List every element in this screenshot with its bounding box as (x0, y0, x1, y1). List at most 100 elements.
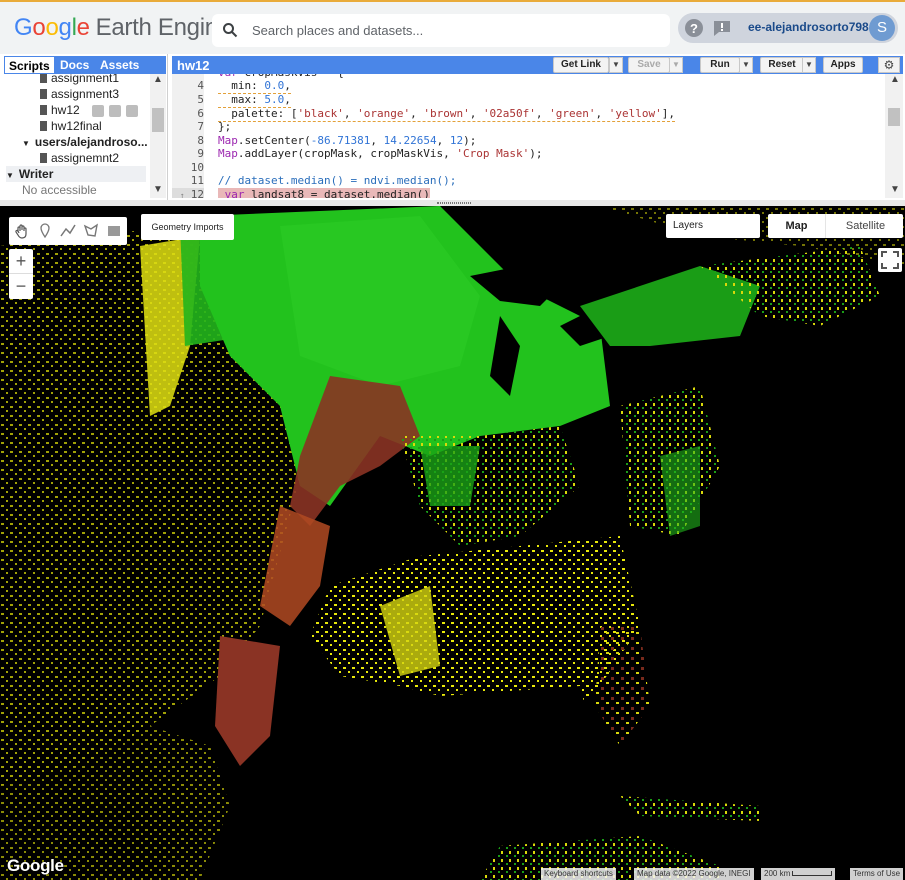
reset-button[interactable]: Reset (760, 57, 804, 73)
search-input[interactable] (252, 14, 652, 47)
map-view[interactable]: Geometry Imports + − Layers Map Satellit… (0, 206, 905, 880)
save-dropdown[interactable]: ▼ (669, 57, 683, 73)
line-number: 11 (172, 174, 204, 188)
history-icon[interactable] (92, 104, 104, 117)
code-line: 6 palette: ['black', 'orange', 'brown', … (172, 107, 885, 122)
pan-hand-icon[interactable] (14, 223, 30, 239)
scroll-thumb[interactable] (888, 108, 900, 126)
code-text: }; (218, 120, 232, 133)
tab-docs[interactable]: Docs (60, 58, 89, 72)
tree-item-file[interactable]: assignemnt2 (40, 150, 119, 166)
scale-label: 200 km (764, 869, 791, 878)
code-line-current: ↑ 12 var landsat8 = dataset.median() (172, 188, 885, 198)
line-number: 10 (172, 161, 204, 175)
search-box[interactable] (212, 14, 670, 47)
code-text: Map.setCenter(-86.71381, 14.22654, 12); (218, 134, 477, 147)
account-area: ? ee-alejandrosorto798 S (678, 13, 898, 43)
line-number: 6 (172, 107, 204, 121)
tree-item-label: users/alejandroso... (34, 135, 148, 149)
map-type-map-button[interactable]: Map (768, 214, 826, 238)
line-number: ↑ 12 (172, 188, 204, 198)
scroll-up-icon[interactable]: ▲ (153, 74, 163, 85)
code-line: 4 min: 0.0, (172, 79, 885, 94)
run-dropdown[interactable]: ▼ (739, 57, 753, 73)
zoom-in-button[interactable]: + (9, 249, 33, 274)
reset-dropdown[interactable]: ▼ (802, 57, 816, 73)
line-number: 4 (172, 79, 204, 93)
scroll-thumb[interactable] (152, 108, 164, 132)
code-text: var landsat8 = dataset.median() (218, 188, 430, 198)
polygon-draw-icon[interactable] (83, 223, 99, 239)
line-number: 5 (172, 93, 204, 107)
tree-item-file[interactable]: assignment1 (40, 74, 119, 86)
caret-down-icon: ▼ (22, 139, 30, 148)
caret-down-icon: ▼ (6, 171, 14, 180)
gear-icon[interactable]: ⚙ (878, 57, 900, 73)
tab-scripts[interactable]: Scripts (4, 56, 55, 74)
line-number: 9 (172, 147, 204, 161)
tab-assets[interactable]: Assets (100, 58, 139, 72)
tree-item-label: assignment3 (51, 87, 120, 101)
fold-marker-icon[interactable]: ↑ (180, 191, 185, 198)
geometry-imports-button[interactable]: Geometry Imports (141, 214, 234, 240)
left-panel: Scripts Docs Assets assignment1 assignme… (0, 54, 168, 200)
code-line: 10 (172, 161, 885, 175)
map-type-satellite-button[interactable]: Satellite (828, 214, 903, 238)
code-line: 11 // dataset.median() = ndvi.median(); (172, 174, 885, 188)
tree-scrollbar[interactable]: ▲ ▼ (150, 74, 166, 198)
scroll-up-icon[interactable]: ▲ (890, 74, 900, 85)
tree-item-file[interactable]: assignment3 (40, 86, 119, 102)
earth-engine-logo[interactable]: Google Earth Engine (14, 14, 231, 42)
script-tree: assignment1 assignment3 hw12 hw12final ▼… (0, 74, 150, 200)
help-icon[interactable]: ? (684, 18, 704, 38)
tree-item-file[interactable]: hw12final (40, 118, 102, 134)
code-text: Map.addLayer(cropMask, cropMaskVis, 'Cro… (218, 147, 543, 160)
logo-letter: e (76, 14, 90, 41)
tree-item-file-selected[interactable]: hw12 (40, 102, 150, 118)
code-text: max: 5.0, (218, 93, 291, 108)
run-button[interactable]: Run (700, 57, 740, 73)
scroll-down-icon[interactable]: ▼ (890, 184, 900, 195)
map-data-text: Map data ©2022 Google, INEGI (637, 869, 751, 878)
tree-item-label: assignemnt2 (51, 151, 120, 165)
apps-button[interactable]: Apps (823, 57, 863, 73)
layers-button[interactable]: Layers (666, 214, 760, 238)
user-name[interactable]: ee-alejandrosorto798 (748, 20, 869, 34)
line-number-text: 12 (190, 188, 204, 198)
file-icon (40, 74, 47, 83)
terms-of-use-link[interactable]: Terms of Use (850, 868, 904, 880)
save-button[interactable]: Save (628, 57, 670, 73)
get-link-dropdown[interactable]: ▼ (609, 57, 623, 73)
scale-indicator[interactable]: 200 km (761, 868, 836, 880)
avatar[interactable]: S (869, 15, 895, 41)
script-title: hw12 (177, 58, 210, 73)
line-number: 8 (172, 134, 204, 148)
rename-icon[interactable] (109, 104, 121, 117)
top-bar: GoogleEarth Engine ? ee-alejandrosorto79… (0, 0, 905, 54)
drawing-tools (9, 217, 127, 245)
delete-icon[interactable] (126, 104, 138, 117)
marker-icon[interactable] (37, 223, 53, 239)
keyboard-shortcuts-link[interactable]: Keyboard shortcuts (541, 868, 616, 880)
crop-mask-layer (0, 206, 905, 880)
earth-engine-app: GoogleEarth Engine ? ee-alejandrosorto79… (0, 0, 905, 880)
logo-letter: G (14, 14, 33, 41)
file-actions (92, 102, 143, 118)
splitter-grip[interactable] (437, 202, 471, 204)
tree-item-folder[interactable]: ▼ users/alejandroso... (22, 134, 148, 150)
editor-scrollbar[interactable]: ▲ ▼ (885, 74, 903, 198)
code-line: 8 Map.setCenter(-86.71381, 14.22654, 12); (172, 134, 885, 148)
code-area[interactable]: var cropMaskVis = { 4 min: 0.0, 5 max: 5… (172, 74, 885, 198)
map-data-attribution: Map data ©2022 Google, INEGI (634, 868, 754, 880)
rectangle-draw-icon[interactable] (106, 223, 122, 239)
code-line: 9 Map.addLayer(cropMask, cropMaskVis, 'Cr… (172, 147, 885, 161)
svg-text:?: ? (690, 21, 698, 36)
zoom-out-button[interactable]: − (9, 274, 33, 299)
get-link-button[interactable]: Get Link (553, 57, 609, 73)
line-draw-icon[interactable] (60, 223, 76, 239)
feedback-icon[interactable] (712, 18, 732, 38)
tree-item-folder[interactable]: ▼ Writer (6, 166, 146, 182)
fullscreen-button[interactable] (878, 248, 902, 272)
scroll-down-icon[interactable]: ▼ (153, 184, 163, 195)
line-number: 7 (172, 120, 204, 134)
